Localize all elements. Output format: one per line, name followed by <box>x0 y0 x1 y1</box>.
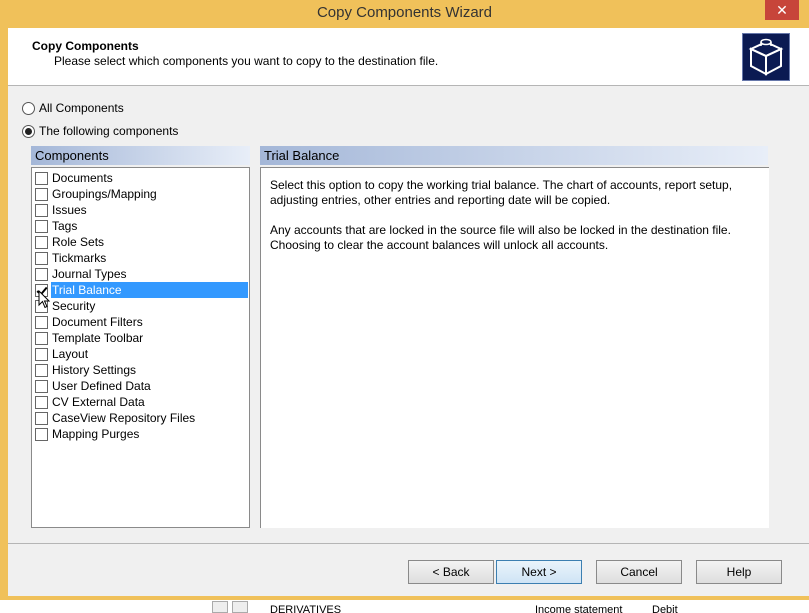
wizard-window: Copy Components Wizard ✕ Copy Components… <box>0 0 809 600</box>
background-app: DERIVATIVES Income statement Debit <box>0 598 809 613</box>
component-item[interactable]: Documents <box>33 170 248 186</box>
checkbox[interactable] <box>35 379 48 393</box>
component-label: User Defined Data <box>52 379 151 393</box>
background-cell <box>212 601 228 613</box>
footer-divider <box>8 543 809 544</box>
checkbox[interactable] <box>35 427 48 441</box>
component-label: History Settings <box>52 363 137 377</box>
component-item[interactable]: Tickmarks <box>33 250 248 266</box>
checkbox[interactable] <box>35 251 48 265</box>
close-button[interactable]: ✕ <box>765 0 799 20</box>
component-label: Issues <box>52 203 87 217</box>
detail-paragraph-1: Select this option to copy the working t… <box>270 178 733 207</box>
component-item[interactable]: CaseView Repository Files <box>33 410 248 426</box>
background-col2-text: Income statement <box>535 604 623 613</box>
checkbox[interactable] <box>35 203 48 217</box>
radio-following-label: The following components <box>39 124 179 138</box>
radio-button-checked[interactable] <box>22 124 35 138</box>
detail-panel: Select this option to copy the working t… <box>260 167 769 528</box>
component-item[interactable]: Tags <box>33 218 248 234</box>
help-button[interactable]: Help <box>696 560 782 584</box>
wizard-header: Copy Components Please select which comp… <box>8 28 809 86</box>
checkbox[interactable] <box>35 235 48 249</box>
next-button[interactable]: Next > <box>496 560 582 584</box>
components-heading: Components <box>31 146 250 165</box>
wizard-body: Copy Components Please select which comp… <box>8 28 809 596</box>
component-label: Mapping Purges <box>52 427 140 441</box>
component-item[interactable]: Mapping Purges <box>33 426 248 442</box>
component-label: Role Sets <box>52 235 105 249</box>
radio-all-components[interactable]: All Components <box>22 100 124 116</box>
checkbox[interactable] <box>35 187 48 201</box>
checkbox[interactable] <box>35 315 48 329</box>
cube-logo-icon <box>742 33 790 81</box>
checkbox[interactable] <box>35 347 48 361</box>
component-label: Journal Types <box>52 267 127 281</box>
radio-button[interactable] <box>22 101 35 115</box>
checkbox[interactable] <box>35 363 48 377</box>
window-title: Copy Components Wizard <box>316 4 493 21</box>
component-item[interactable]: Document Filters <box>33 314 248 330</box>
detail-heading: Trial Balance <box>260 146 768 165</box>
component-label: CaseView Repository Files <box>52 411 196 425</box>
background-row-text: DERIVATIVES <box>270 604 342 613</box>
component-label: Template Toolbar <box>52 331 144 345</box>
component-item[interactable]: History Settings <box>33 362 248 378</box>
component-item[interactable]: User Defined Data <box>33 378 248 394</box>
component-item[interactable]: Journal Types <box>33 266 248 282</box>
component-label: CV External Data <box>52 395 145 409</box>
background-cell <box>232 601 248 613</box>
checkbox[interactable] <box>35 267 48 281</box>
component-item[interactable]: CV External Data <box>33 394 248 410</box>
components-list[interactable]: Documents Groupings/Mapping Issues Tags Role… <box>31 167 250 528</box>
component-item[interactable]: Groupings/Mapping <box>33 186 248 202</box>
back-button[interactable]: < Back <box>408 560 494 584</box>
title-bar[interactable]: Copy Components Wizard ✕ <box>0 0 809 28</box>
radio-all-label: All Components <box>39 101 124 115</box>
component-label: Trial Balance <box>51 282 248 298</box>
checkbox[interactable] <box>35 331 48 345</box>
page-title: Copy Components <box>32 39 139 53</box>
component-label: Layout <box>52 347 89 361</box>
mouse-cursor-icon <box>38 289 51 312</box>
background-col3-text: Debit <box>652 604 678 613</box>
component-item[interactable]: Issues <box>33 202 248 218</box>
component-label: Documents <box>52 171 113 185</box>
component-label: Tickmarks <box>52 251 107 265</box>
detail-paragraph-2: Any accounts that are locked in the sour… <box>270 223 731 252</box>
page-subtitle: Please select which components you want … <box>54 54 439 68</box>
checkbox[interactable] <box>35 171 48 185</box>
component-label: Groupings/Mapping <box>52 187 157 201</box>
component-item[interactable]: Security <box>33 298 248 314</box>
checkbox[interactable] <box>35 395 48 409</box>
component-label: Document Filters <box>52 315 143 329</box>
component-item[interactable]: Layout <box>33 346 248 362</box>
cancel-button[interactable]: Cancel <box>596 560 682 584</box>
component-label: Security <box>52 299 96 313</box>
close-icon: ✕ <box>776 2 788 18</box>
component-item[interactable]: Role Sets <box>33 234 248 250</box>
component-item[interactable]: Template Toolbar <box>33 330 248 346</box>
component-item[interactable]: Trial Balance <box>33 282 248 298</box>
component-label: Tags <box>52 219 78 233</box>
checkbox[interactable] <box>35 219 48 233</box>
radio-following-components[interactable]: The following components <box>22 123 178 139</box>
checkbox[interactable] <box>35 411 48 425</box>
